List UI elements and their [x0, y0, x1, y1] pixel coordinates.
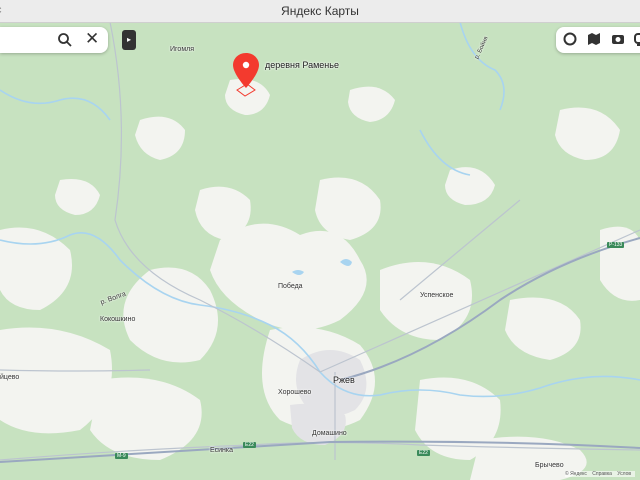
map-canvas[interactable] — [0, 22, 640, 480]
map-type-icon[interactable] — [587, 32, 601, 51]
pin-icon[interactable] — [232, 52, 260, 90]
panorama-icon[interactable] — [611, 32, 625, 51]
help-link[interactable]: Справка — [592, 471, 612, 477]
settlement-pobeda[interactable]: Победа — [278, 283, 303, 290]
settlement-brycheve[interactable]: Брычево — [535, 462, 564, 469]
settlement-left-edge[interactable]: йцево — [0, 374, 19, 381]
city-rzhev[interactable]: Ржев — [333, 375, 355, 385]
layers-icon[interactable] — [563, 32, 577, 51]
copyright-brand[interactable]: © Яндекс — [565, 471, 587, 477]
close-icon[interactable]: ✕ — [85, 29, 99, 49]
road-shield-r133: Р-133 — [607, 242, 625, 248]
search-icon[interactable] — [57, 32, 73, 48]
settlement-domashino[interactable]: Домашино — [312, 430, 347, 437]
search-box[interactable]: ✕ — [0, 27, 108, 53]
place-label[interactable]: деревня Раменье — [265, 60, 339, 70]
terms-link[interactable]: Услов — [617, 471, 631, 477]
settlement-igomya[interactable]: Игомля — [170, 46, 194, 53]
window-title: Яндекс Карты — [281, 4, 359, 18]
settlement-esinka[interactable]: Есинка — [210, 447, 233, 454]
window-titlebar: с Яндекс Карты — [0, 0, 640, 23]
map-copyright: © Яндекс Справка Услов — [565, 471, 636, 477]
road-shield-e22: E22 — [243, 442, 256, 448]
settlement-khoroshevo[interactable]: Хорошево — [278, 389, 311, 396]
settlement-uspenskoe[interactable]: Успенское — [420, 292, 453, 299]
map-tiles — [0, 22, 640, 480]
map-tools — [556, 27, 640, 53]
traffic-icon[interactable] — [633, 32, 640, 51]
road-shield-e22-2: E22 — [417, 450, 430, 456]
settlement-kokoshkino[interactable]: Кокошкино — [100, 316, 135, 323]
road-shield-m9: М-9 — [115, 453, 128, 459]
panel-toggle-button[interactable]: ▸ — [122, 30, 136, 50]
